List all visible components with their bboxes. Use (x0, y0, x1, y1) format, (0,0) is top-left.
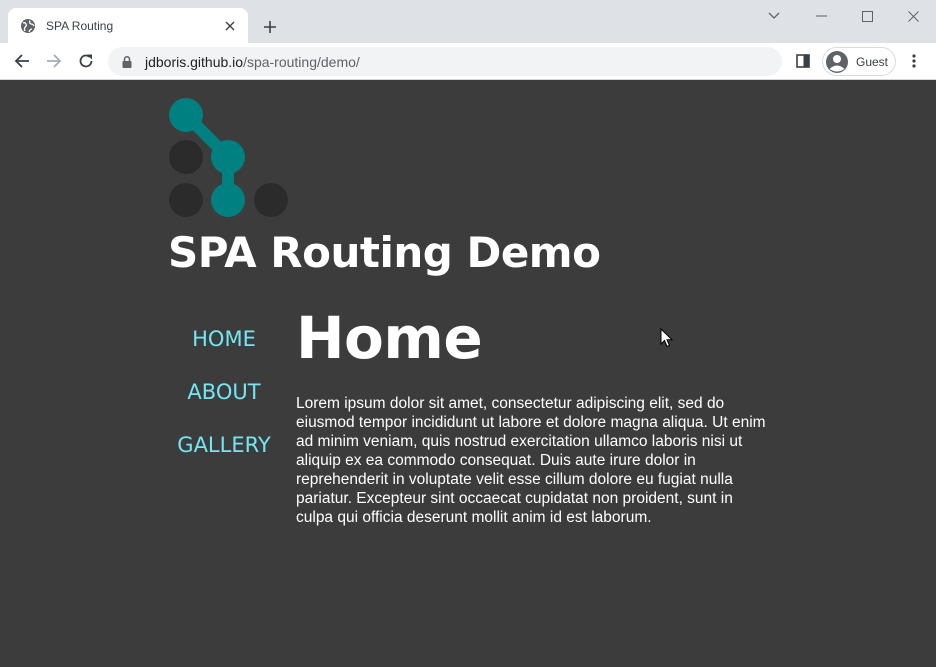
browser-tab[interactable]: SPA Routing (8, 8, 248, 43)
url-path: /spa-routing/demo/ (243, 53, 360, 70)
mouse-cursor-icon (660, 328, 674, 348)
lock-icon (120, 55, 134, 69)
more-vertical-icon (912, 54, 916, 68)
page-body-text: Lorem ipsum dolor sit amet, consectetur … (296, 395, 766, 526)
minimize-icon (815, 15, 827, 17)
logo-dot (169, 140, 203, 174)
tab-title: SPA Routing (46, 18, 114, 33)
page-title: Home (296, 304, 483, 372)
address-bar[interactable]: jdboris.github.io/spa-routing/demo/ (108, 47, 782, 76)
site-nav: HOME ABOUT GALLERY (168, 320, 280, 479)
browser-toolbar: jdboris.github.io/spa-routing/demo/ Gues… (0, 43, 936, 80)
nav-link-gallery[interactable]: GALLERY (168, 426, 280, 479)
menu-button[interactable] (900, 47, 928, 75)
side-panel-button[interactable] (789, 47, 817, 75)
avatar-icon (826, 50, 848, 73)
globe-icon (20, 18, 36, 34)
chevron-down-icon (768, 12, 780, 19)
maximize-button[interactable] (844, 3, 890, 29)
logo-dot (211, 140, 245, 174)
site-title: SPA Routing Demo (168, 228, 601, 277)
tab-strip: SPA Routing (0, 0, 936, 43)
plus-icon (264, 21, 276, 33)
site-logo (169, 98, 288, 217)
minimize-button[interactable] (798, 3, 844, 29)
back-button[interactable] (8, 47, 36, 75)
nav-link-home[interactable]: HOME (168, 320, 280, 373)
logo-dot (254, 183, 288, 217)
close-window-icon (907, 10, 919, 22)
url-host: jdboris.github.io (145, 53, 244, 70)
forward-button[interactable] (40, 47, 68, 75)
tab-search-button[interactable] (751, 3, 797, 29)
logo-dot (211, 183, 245, 217)
url-text: jdboris.github.io/spa-routing/demo/ (145, 54, 360, 70)
reload-icon (79, 54, 93, 68)
logo-dot (169, 183, 203, 217)
maximize-icon (861, 10, 873, 22)
arrow-left-icon (14, 54, 29, 68)
logo-dot (169, 98, 203, 132)
nav-link-about[interactable]: ABOUT (168, 373, 280, 426)
page-viewport: SPA Routing Demo HOME ABOUT GALLERY Home… (0, 80, 936, 667)
reload-button[interactable] (72, 47, 100, 75)
arrow-right-icon (47, 54, 62, 68)
profile-label: Guest (856, 54, 889, 69)
close-icon[interactable] (222, 18, 238, 34)
new-tab-button[interactable] (258, 15, 282, 39)
side-panel-icon (796, 54, 810, 68)
close-window-button[interactable] (890, 3, 936, 29)
profile-button[interactable]: Guest (822, 47, 896, 76)
